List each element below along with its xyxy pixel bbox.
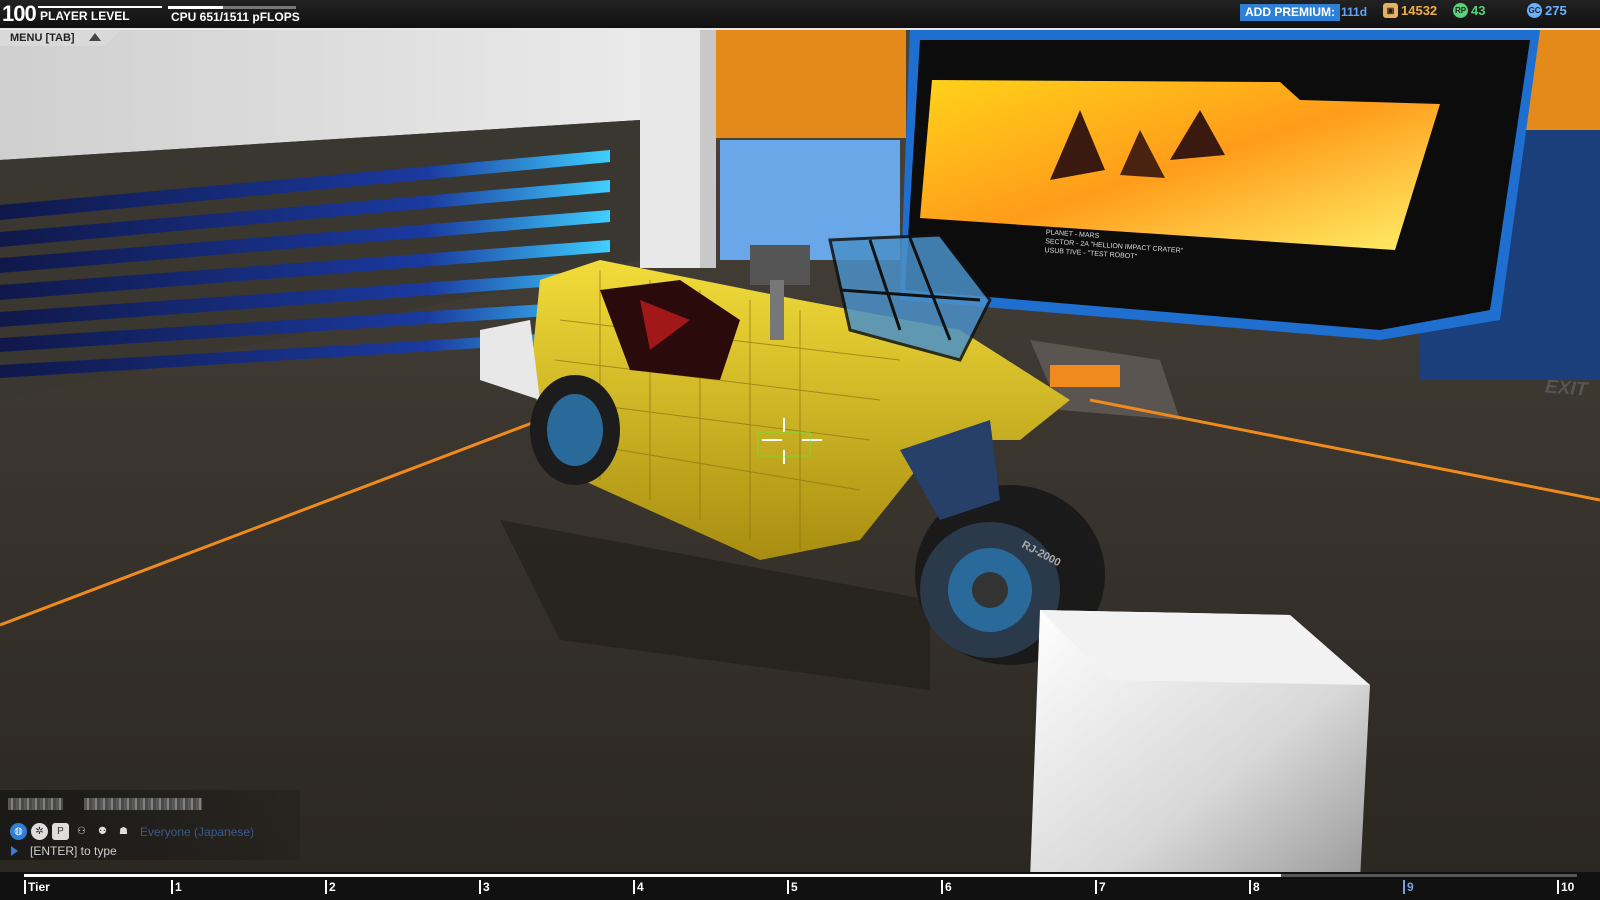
premium-days: 111d xyxy=(1341,5,1368,19)
globe-icon[interactable]: ◍ xyxy=(10,823,27,840)
tier-tick: 2 xyxy=(325,880,336,894)
add-premium-button[interactable]: ADD PREMIUM: xyxy=(1240,4,1340,21)
chat-input[interactable]: [ENTER] to type xyxy=(30,844,117,858)
friends-icon[interactable]: ⚇ xyxy=(73,823,90,840)
cpu-bar xyxy=(168,6,296,9)
chat-blurred-name xyxy=(8,798,63,810)
gc-icon: GC xyxy=(1527,3,1542,18)
tier-tick: 9 xyxy=(1403,880,1414,894)
whisper-icon[interactable]: ☗ xyxy=(115,823,132,840)
tier-tick: 5 xyxy=(787,880,798,894)
tier-tick: 10 xyxy=(1557,880,1574,894)
tier-tick: 3 xyxy=(479,880,490,894)
menu-tab-button[interactable]: MENU [TAB] xyxy=(0,30,120,46)
chat-blurred-message xyxy=(84,798,202,810)
player-level-label: PLAYER LEVEL xyxy=(40,9,130,23)
top-hud: 100 PLAYER LEVEL CPU 651/1511 pFLOPS ADD… xyxy=(0,0,1600,30)
clan-icon[interactable]: ⚉ xyxy=(94,823,111,840)
rp-icon: RP xyxy=(1453,3,1468,18)
tier-tick: 8 xyxy=(1249,880,1260,894)
chat-panel: ◍ ✲ P ⚇ ⚉ ☗ Everyone (Japanese) [ENTER] … xyxy=(0,790,300,860)
tier-progress-fill xyxy=(24,874,1281,877)
tier-label: Tier xyxy=(24,880,50,894)
menu-caret-icon xyxy=(89,33,101,41)
gc-value: 275 xyxy=(1545,3,1567,18)
tier-progress-remaining xyxy=(1281,874,1577,877)
player-level-number: 100 xyxy=(2,1,37,26)
rp-counter: RP 43 xyxy=(1453,3,1485,18)
robits-icon: ▣ xyxy=(1383,3,1398,18)
tier-tick: 6 xyxy=(941,880,952,894)
tier-tick: 1 xyxy=(171,880,182,894)
cpu-label: CPU 651/1511 pFLOPS xyxy=(171,10,300,24)
rp-value: 43 xyxy=(1471,3,1486,18)
chat-channel-icons: ◍ ✲ P ⚇ ⚉ ☗ xyxy=(10,823,132,840)
crosshair-icon xyxy=(757,418,822,464)
party-icon[interactable]: P xyxy=(52,823,69,840)
exit-sign: EXIT xyxy=(1544,376,1588,401)
chat-arrow-icon xyxy=(11,846,18,856)
gc-counter: GC 275 xyxy=(1527,3,1567,18)
tier-tick: 7 xyxy=(1095,880,1106,894)
robits-counter: ▣ 14532 xyxy=(1383,3,1437,18)
team-icon[interactable]: ✲ xyxy=(31,823,48,840)
robits-value: 14532 xyxy=(1401,3,1438,18)
chat-channel-label: Everyone (Japanese) xyxy=(140,825,255,839)
level-progress-bar xyxy=(38,6,162,8)
tier-tick: 4 xyxy=(633,880,644,894)
